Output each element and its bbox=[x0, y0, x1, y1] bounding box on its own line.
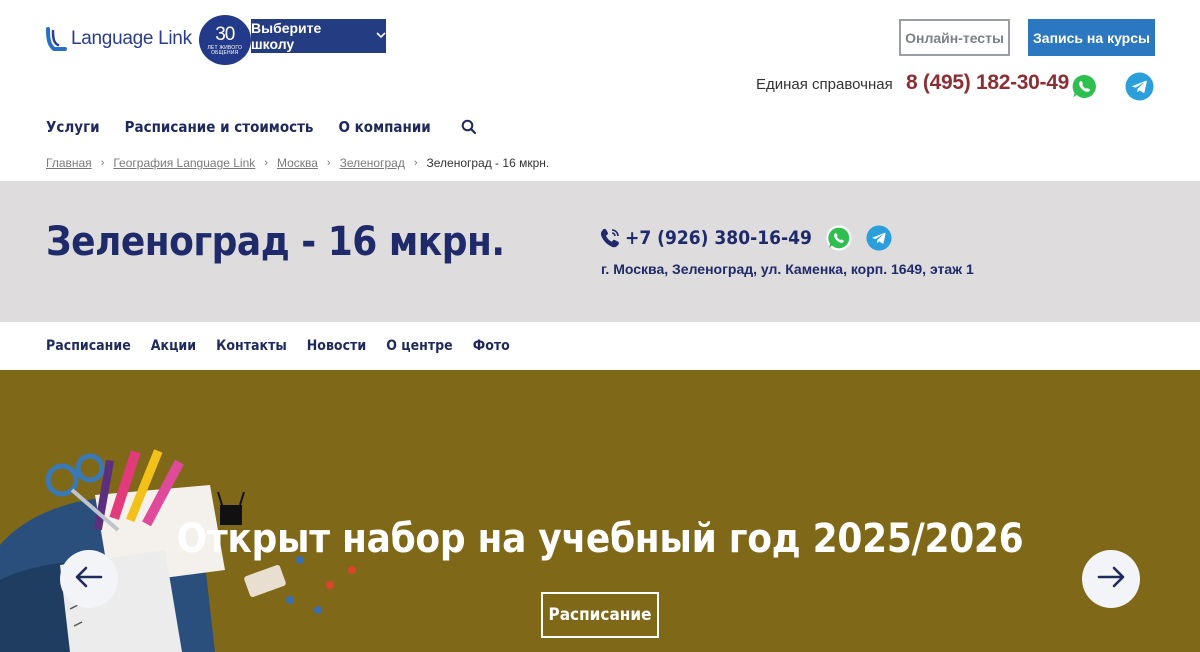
badge-number: 30 bbox=[215, 23, 235, 45]
phone-icon bbox=[599, 227, 621, 249]
school-phone-link[interactable]: +7 (926) 380-16-49 bbox=[625, 227, 812, 249]
arrow-right-icon bbox=[1097, 566, 1125, 593]
breadcrumb: Главная › География Language Link › Моск… bbox=[46, 156, 549, 170]
site-header: Language Link 30 ЛЕТ ЖИВОГО ОБЩЕНИЯ Выбе… bbox=[0, 0, 1200, 180]
school-sub-nav: Расписание Акции Контакты Новости О цент… bbox=[46, 338, 510, 354]
school-info-band: Зеленоград - 16 мкрн. +7 (926) 380-16-49… bbox=[0, 181, 1200, 322]
breadcrumb-moscow[interactable]: Москва bbox=[277, 156, 318, 170]
school-contacts: +7 (926) 380-16-49 bbox=[599, 225, 892, 251]
whatsapp-icon[interactable] bbox=[826, 225, 852, 251]
badge-subtitle: ЛЕТ ЖИВОГО ОБЩЕНИЯ bbox=[207, 44, 243, 56]
chevron-right-icon: › bbox=[100, 157, 105, 169]
chevron-right-icon: › bbox=[264, 157, 268, 169]
anniversary-badge: 30 ЛЕТ ЖИВОГО ОБЩЕНИЯ bbox=[198, 15, 251, 65]
whatsapp-icon[interactable] bbox=[1070, 72, 1099, 101]
arrow-left-icon bbox=[75, 566, 103, 593]
banner-schedule-button[interactable]: Расписание bbox=[541, 592, 659, 638]
school-select-label: Выберите школу bbox=[251, 20, 322, 52]
carousel-next-button[interactable] bbox=[1082, 550, 1140, 608]
promo-banner: Открыт набор на учебный год 2025/2026 Ра… bbox=[0, 370, 1200, 652]
school-address: г. Москва, Зеленоград, ул. Каменка, корп… bbox=[601, 261, 974, 277]
logo[interactable]: Language Link 30 ЛЕТ ЖИВОГО ОБЩЕНИЯ bbox=[45, 14, 251, 66]
chevron-down-icon bbox=[376, 30, 386, 42]
page-title: Зеленоград - 16 мкрн. bbox=[46, 219, 505, 265]
online-tests-button[interactable]: Онлайн-тесты bbox=[899, 19, 1010, 56]
backpack-illustration bbox=[0, 449, 356, 652]
logo-mark-icon bbox=[45, 27, 67, 53]
help-phone-link[interactable]: 8 (495) 182-30-49 bbox=[906, 71, 1069, 95]
banner-title: Открыт набор на учебный год 2025/2026 bbox=[176, 516, 1024, 562]
sub-nav-item-news[interactable]: Новости bbox=[307, 338, 366, 354]
main-nav-item-services[interactable]: Услуги bbox=[46, 118, 100, 136]
school-select-button[interactable]: Выберите школу bbox=[251, 19, 386, 53]
main-nav: Услуги Расписание и стоимость О компании bbox=[46, 118, 477, 136]
main-nav-item-schedule-prices[interactable]: Расписание и стоимость bbox=[125, 118, 314, 136]
help-label: Единая справочная bbox=[756, 76, 893, 93]
sub-nav-item-about-center[interactable]: О центре bbox=[386, 338, 453, 354]
search-icon[interactable] bbox=[461, 119, 477, 135]
carousel-prev-button[interactable] bbox=[60, 550, 118, 608]
telegram-icon[interactable] bbox=[1125, 72, 1154, 101]
telegram-icon[interactable] bbox=[866, 225, 892, 251]
chevron-right-icon: › bbox=[326, 157, 331, 169]
sub-nav-item-schedule[interactable]: Расписание bbox=[46, 338, 131, 354]
chevron-right-icon: › bbox=[413, 157, 418, 169]
sub-nav-item-photo[interactable]: Фото bbox=[473, 338, 510, 354]
main-nav-item-about[interactable]: О компании bbox=[338, 118, 430, 136]
breadcrumb-home[interactable]: Главная bbox=[46, 156, 92, 170]
breadcrumb-geography[interactable]: География Language Link bbox=[113, 156, 255, 170]
sub-nav-item-contacts[interactable]: Контакты bbox=[216, 338, 287, 354]
breadcrumb-zelenograd[interactable]: Зеленоград bbox=[340, 156, 405, 170]
sub-nav-item-promotions[interactable]: Акции bbox=[151, 338, 196, 354]
breadcrumb-current: Зеленоград - 16 мкрн. bbox=[426, 156, 550, 170]
enroll-button[interactable]: Запись на курсы bbox=[1028, 19, 1155, 56]
logo-text: Language Link bbox=[71, 28, 192, 49]
